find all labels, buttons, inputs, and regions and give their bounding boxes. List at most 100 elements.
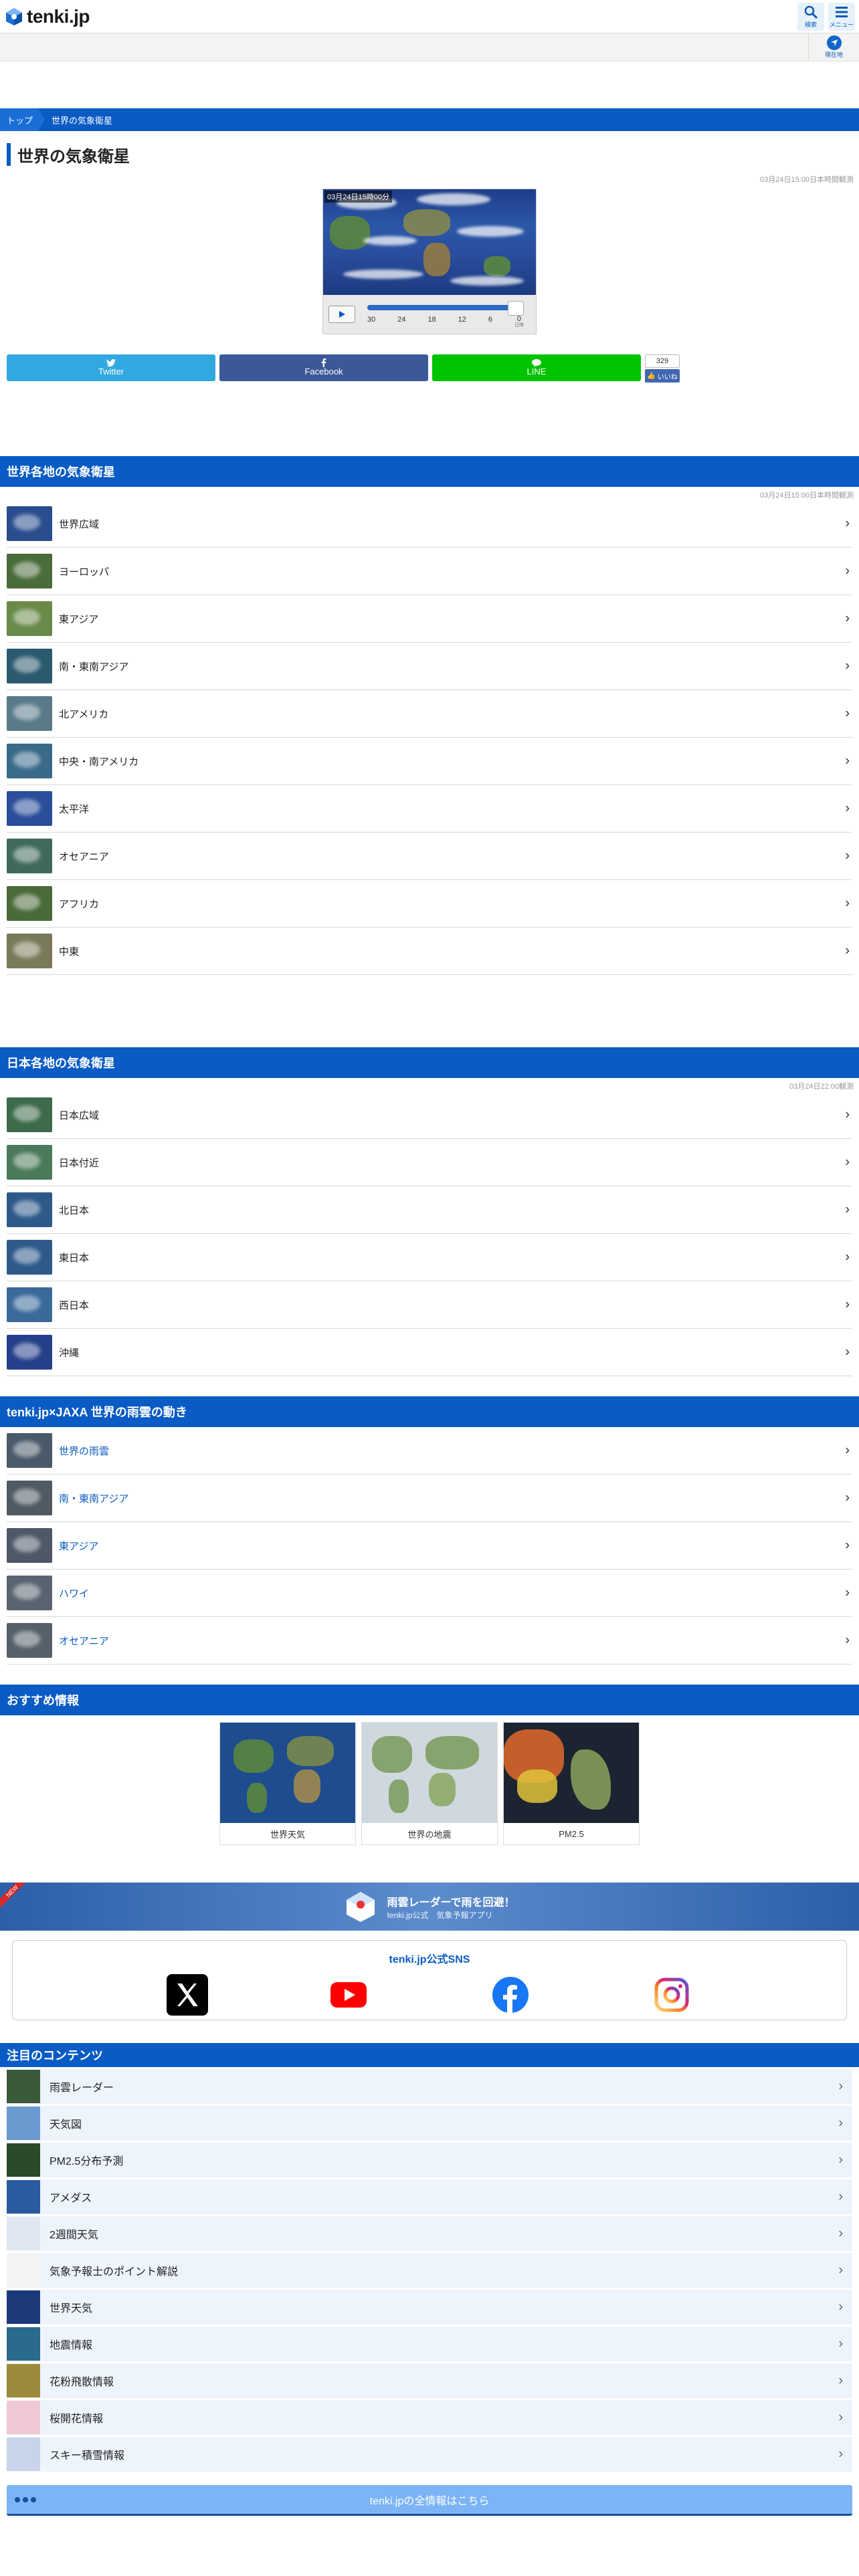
world-satellite-item[interactable]: 太平洋 › bbox=[7, 785, 852, 833]
featured-item[interactable]: PM2.5分布予測 › bbox=[7, 2143, 852, 2177]
slider-ticks: 30 24 18 12 6 0 日時 bbox=[367, 316, 524, 328]
new-ribbon: NEW bbox=[0, 1883, 33, 1913]
jaxa-rain-item[interactable]: 世界の雨雲 › bbox=[7, 1427, 852, 1475]
instagram-link[interactable] bbox=[651, 1974, 692, 2016]
featured-thumbnail bbox=[7, 2254, 40, 2287]
youtube-link[interactable] bbox=[328, 1974, 369, 2016]
japan-satellite-item[interactable]: 日本付近 › bbox=[7, 1139, 852, 1186]
chevron-right-icon: › bbox=[838, 2409, 843, 2425]
world-satellite-item[interactable]: 世界広域 › bbox=[7, 500, 852, 548]
world-satellite-item[interactable]: 東アジア › bbox=[7, 595, 852, 643]
featured-item[interactable]: アメダス › bbox=[7, 2179, 852, 2214]
featured-label: PM2.5分布予測 bbox=[50, 2156, 124, 2167]
world-satellite-label: 東アジア bbox=[59, 613, 99, 625]
time-slider[interactable]: 30 24 18 12 6 0 日時 bbox=[362, 301, 531, 328]
like-button[interactable]: 👍 いいね bbox=[645, 369, 680, 383]
like-widget: 329 👍 いいね bbox=[645, 354, 680, 383]
featured-item[interactable]: 世界天気 › bbox=[7, 2290, 852, 2325]
world-satellite-item[interactable]: オセアニア › bbox=[7, 833, 852, 880]
current-location-label: 現在地 bbox=[824, 51, 843, 58]
chevron-right-icon: › bbox=[845, 1154, 850, 1170]
recommend-card-world-earthquake[interactable]: 世界の地震 bbox=[361, 1722, 498, 1845]
tick-label: 24 bbox=[397, 316, 406, 324]
chevron-right-icon: › bbox=[845, 1297, 850, 1312]
japan-satellite-item[interactable]: 日本広域 › bbox=[7, 1091, 852, 1139]
japan-satellite-list: 日本広域 › 日本付近 › 北日本 › 東日本 › 西日本 › 沖縄 › bbox=[7, 1091, 852, 1376]
world-weather-map-image bbox=[220, 1723, 355, 1823]
featured-item[interactable]: 2週間天気 › bbox=[7, 2216, 852, 2251]
all-info-label: tenki.jpの全情報はこちら bbox=[369, 2495, 490, 2507]
world-satellite-thumbnail bbox=[7, 886, 52, 921]
japan-satellite-thumbnail bbox=[7, 1287, 52, 1322]
featured-label: 桜開花情報 bbox=[50, 2413, 104, 2425]
featured-label: 気象予報士のポイント解説 bbox=[50, 2266, 179, 2278]
jaxa-rain-item[interactable]: 南・東南アジア › bbox=[7, 1475, 852, 1522]
slider-knob[interactable] bbox=[508, 301, 524, 316]
chevron-right-icon: › bbox=[845, 800, 850, 816]
chevron-right-icon: › bbox=[845, 1537, 850, 1553]
world-satellite-item[interactable]: アフリカ › bbox=[7, 880, 852, 928]
featured-item[interactable]: 雨雲レーダー › bbox=[7, 2069, 852, 2104]
top-header: tenki.jp 検索 メニュー bbox=[0, 0, 859, 33]
featured-item[interactable]: 気象予報士のポイント解説 › bbox=[7, 2253, 852, 2288]
twitter-share-button[interactable]: Twitter bbox=[7, 354, 215, 381]
chevron-right-icon: › bbox=[845, 1490, 850, 1505]
japan-satellite-item[interactable]: 北日本 › bbox=[7, 1186, 852, 1234]
recommend-card-world-weather[interactable]: 世界天気 bbox=[219, 1722, 356, 1845]
recommend-cards: 世界天気 世界の地震 PM2.5 bbox=[0, 1722, 859, 1845]
chevron-right-icon: › bbox=[845, 1344, 850, 1360]
japan-satellite-item[interactable]: 沖縄 › bbox=[7, 1329, 852, 1376]
japan-satellite-item[interactable]: 西日本 › bbox=[7, 1281, 852, 1329]
featured-item[interactable]: 桜開花情報 › bbox=[7, 2400, 852, 2435]
logo[interactable]: tenki.jp bbox=[4, 6, 90, 27]
chevron-right-icon: › bbox=[845, 895, 850, 911]
facebook-share-button[interactable]: Facebook bbox=[219, 354, 428, 381]
current-location-button[interactable]: 現在地 bbox=[808, 33, 859, 61]
world-satellite-item[interactable]: 中央・南アメリカ › bbox=[7, 738, 852, 785]
world-satellite-label: オセアニア bbox=[59, 851, 109, 863]
app-banner[interactable]: NEW 雨雲レーダーで雨を回避！ tenki.jp公式 気象予報アプリ bbox=[0, 1883, 859, 1931]
all-info-button[interactable]: tenki.jpの全情報はこちら bbox=[7, 2485, 852, 2516]
featured-list: 雨雲レーダー › 天気図 › PM2.5分布予測 › アメダス › 2週間天気 › 気象予報士のポイ… bbox=[7, 2069, 852, 2472]
chevron-right-icon: › bbox=[845, 753, 850, 768]
banner-headline: 雨雲レーダーで雨を回避！ bbox=[387, 1897, 515, 1909]
jaxa-rain-item[interactable]: 東アジア › bbox=[7, 1522, 852, 1570]
jaxa-rain-label: 東アジア bbox=[59, 1540, 99, 1552]
featured-thumbnail bbox=[7, 2107, 40, 2140]
chevron-right-icon: › bbox=[838, 2078, 843, 2094]
world-satellite-label: 中東 bbox=[59, 946, 80, 958]
x-link[interactable] bbox=[166, 1974, 208, 2016]
world-satellite-item[interactable]: ヨーロッパ › bbox=[7, 548, 852, 595]
chevron-right-icon: › bbox=[845, 1632, 850, 1648]
play-button[interactable] bbox=[328, 306, 355, 323]
featured-thumbnail bbox=[7, 2364, 40, 2397]
world-satellite-thumbnail bbox=[7, 744, 52, 778]
chevron-right-icon: › bbox=[838, 2299, 843, 2315]
japan-satellite-label: 沖縄 bbox=[59, 1347, 80, 1359]
world-satellite-item[interactable]: 北アメリカ › bbox=[7, 690, 852, 738]
jaxa-rain-item[interactable]: ハワイ › bbox=[7, 1570, 852, 1617]
satellite-player: 03月24日15時00分 30 24 18 12 6 0 日時 bbox=[322, 189, 537, 334]
world-satellite-item[interactable]: 南・東南アジア › bbox=[7, 643, 852, 690]
featured-item[interactable]: 花粉飛散情報 › bbox=[7, 2363, 852, 2398]
breadcrumb-home[interactable]: トップ bbox=[0, 108, 45, 131]
menu-button[interactable]: メニュー bbox=[828, 2, 855, 31]
breadcrumb: トップ 世界の気象衛星 bbox=[0, 108, 859, 131]
featured-item[interactable]: 地震情報 › bbox=[7, 2327, 852, 2361]
featured-item[interactable]: 天気図 › bbox=[7, 2106, 852, 2141]
search-button[interactable]: 検索 bbox=[797, 2, 824, 31]
world-satellite-label: 南・東南アジア bbox=[59, 661, 129, 673]
chevron-right-icon: › bbox=[838, 2226, 843, 2241]
line-share-button[interactable]: LINE bbox=[432, 354, 641, 381]
featured-item[interactable]: スキー積雪情報 › bbox=[7, 2437, 852, 2472]
recommend-card-pm25[interactable]: PM2.5 bbox=[503, 1722, 640, 1845]
facebook-link[interactable] bbox=[490, 1974, 531, 2016]
jaxa-rain-item[interactable]: オセアニア › bbox=[7, 1617, 852, 1665]
banner-subtext: tenki.jp公式 気象予報アプリ bbox=[387, 1910, 493, 1920]
world-satellite-label: 中央・南アメリカ bbox=[59, 756, 139, 768]
world-satellite-item[interactable]: 中東 › bbox=[7, 928, 852, 975]
chevron-right-icon: › bbox=[845, 1107, 850, 1122]
world-satellite-thumbnail bbox=[7, 791, 52, 826]
featured-label: 雨雲レーダー bbox=[50, 2082, 114, 2094]
japan-satellite-item[interactable]: 東日本 › bbox=[7, 1234, 852, 1281]
